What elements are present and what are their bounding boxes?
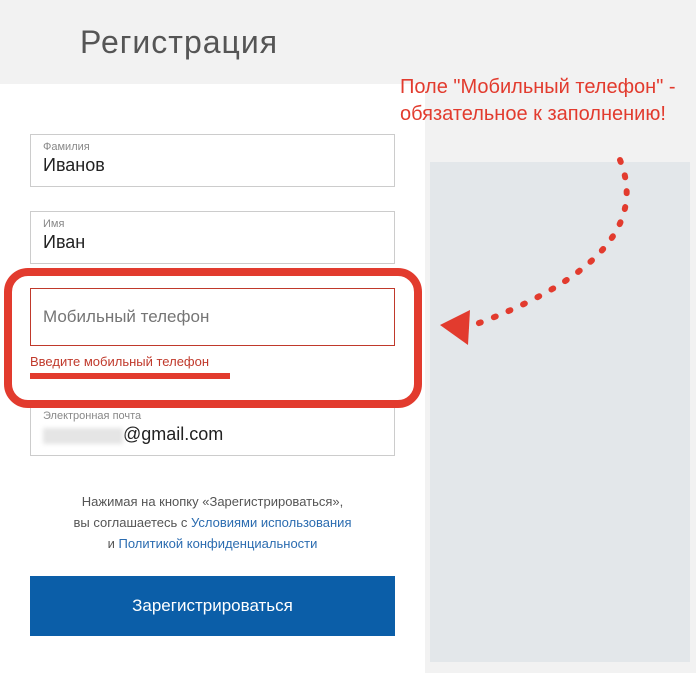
email-suffix: @gmail.com — [123, 424, 223, 444]
phone-field[interactable] — [30, 288, 395, 346]
registration-form: Фамилия Имя Введите мобильный телефон Эл… — [0, 84, 425, 673]
privacy-link[interactable]: Политикой конфиденциальности — [118, 536, 317, 551]
register-button[interactable]: Зарегистрироваться — [30, 576, 395, 636]
annotation-text: Поле "Мобильный телефон" - обязательное … — [400, 74, 680, 128]
lastname-label: Фамилия — [43, 141, 382, 153]
phone-input[interactable] — [43, 307, 382, 327]
firstname-input[interactable] — [43, 232, 382, 253]
firstname-field[interactable]: Имя — [30, 211, 395, 264]
lastname-field[interactable]: Фамилия — [30, 134, 395, 187]
email-blurred-prefix — [43, 428, 123, 444]
side-panel — [430, 162, 690, 662]
email-field[interactable]: Электронная почта @gmail.com — [30, 403, 395, 456]
lastname-input[interactable] — [43, 155, 382, 176]
consent-text: Нажимая на кнопку «Зарегистрироваться», … — [30, 492, 395, 554]
page-title: Регистрация — [80, 24, 696, 61]
firstname-label: Имя — [43, 218, 382, 230]
terms-link[interactable]: Условиями использования — [191, 515, 352, 530]
phone-error-text: Введите мобильный телефон — [30, 354, 395, 369]
email-label: Электронная почта — [43, 410, 382, 422]
phone-error-underline — [30, 373, 230, 379]
